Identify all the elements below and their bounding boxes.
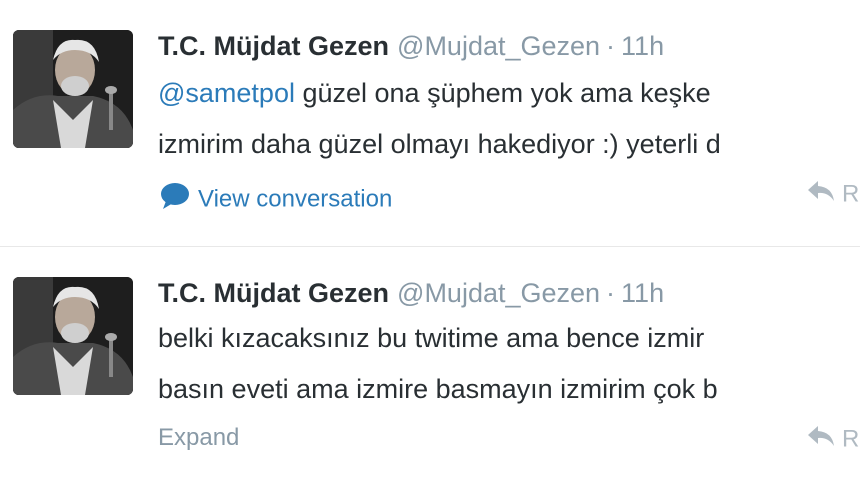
avatar[interactable] [13,30,133,148]
separator: · [606,31,616,61]
tweet-text-line: izmirim daha güzel olmayı hakediyor :) y… [158,129,721,159]
author-fullname[interactable]: T.C. Müjdat Gezen [158,31,389,61]
tweet-text: belki kızacaksınız bu twitime ama bence … [158,313,718,415]
speech-bubble-icon [160,182,190,218]
view-conversation-link[interactable]: View conversation [160,182,392,218]
avatar[interactable] [13,277,133,395]
tweet-text-line: basın eveti ama izmire basmayın izmirim … [158,374,718,404]
tweet-text-segment: güzel ona şüphem yok ama keşke [294,78,711,108]
expand-link[interactable]: Expand [158,423,239,453]
reply-label: R [842,425,860,453]
author-username[interactable]: @Mujdat_Gezen [397,31,600,61]
reply-label: R [842,180,860,208]
tweet-timeline: T.C. Müjdat Gezen @Mujdat_Gezen · 11h @same… [0,0,860,480]
reply-arrow-icon [806,179,836,211]
tweet-text: @sametpol güzel ona şüphem yok ama keşke… [158,68,721,170]
mention-link[interactable]: @sametpol [158,78,295,108]
tweet[interactable]: T.C. Müjdat Gezen @Mujdat_Gezen · 11h @same… [0,0,860,247]
tweet-timestamp[interactable]: 11h [621,31,664,61]
reply-button[interactable]: R [806,179,859,211]
reply-button[interactable]: R [806,424,859,456]
author-username[interactable]: @Mujdat_Gezen [397,278,600,308]
tweet[interactable]: T.C. Müjdat Gezen @Mujdat_Gezen · 11h belki… [0,247,860,480]
tweet-header: T.C. Müjdat Gezen @Mujdat_Gezen · 11h [158,277,664,309]
tweet-text-line: belki kızacaksınız bu twitime ama bence … [158,323,705,353]
tweet-header: T.C. Müjdat Gezen @Mujdat_Gezen · 11h [158,30,664,62]
reply-arrow-icon [806,424,836,456]
tweet-text-line: @sametpol güzel ona şüphem yok ama keşke [158,68,721,119]
author-fullname[interactable]: T.C. Müjdat Gezen [158,278,389,308]
view-conversation-label: View conversation [198,185,393,213]
tweet-timestamp[interactable]: 11h [621,278,664,308]
separator: · [606,278,616,308]
